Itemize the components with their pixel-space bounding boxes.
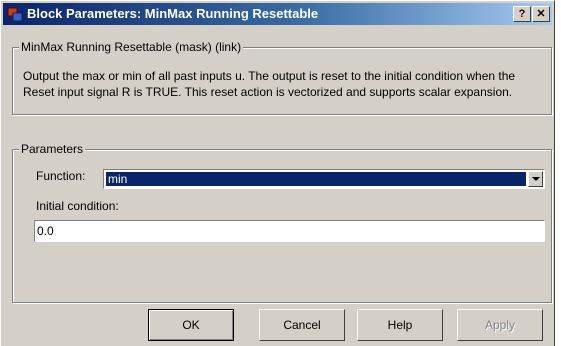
window-title: Block Parameters: MinMax Running Resetta… (27, 6, 319, 21)
function-dropdown[interactable]: min (103, 169, 545, 189)
chevron-down-icon[interactable] (528, 171, 543, 187)
simulink-block-icon (7, 7, 23, 22)
title-bar[interactable]: Block Parameters: MinMax Running Resetta… (3, 3, 552, 25)
dialog-window: Block Parameters: MinMax Running Resetta… (0, 0, 555, 346)
initial-condition-label: Initial condition: (36, 199, 119, 213)
initial-condition-field[interactable] (34, 220, 545, 242)
close-icon[interactable]: ✕ (532, 6, 550, 22)
help-question-icon[interactable]: ? (513, 6, 531, 22)
apply-button[interactable]: Apply (457, 309, 543, 341)
parameters-group-title: Parameters (19, 142, 86, 156)
function-label: Function: (36, 169, 86, 183)
cancel-button[interactable]: Cancel (259, 309, 345, 341)
mask-group-title: MinMax Running Resettable (mask) (link) (19, 40, 244, 54)
help-button[interactable]: Help (357, 309, 443, 341)
ok-button[interactable]: OK (148, 309, 234, 341)
function-selected-value: min (106, 172, 526, 186)
block-description: Output the max or min of all past inputs… (23, 69, 516, 99)
